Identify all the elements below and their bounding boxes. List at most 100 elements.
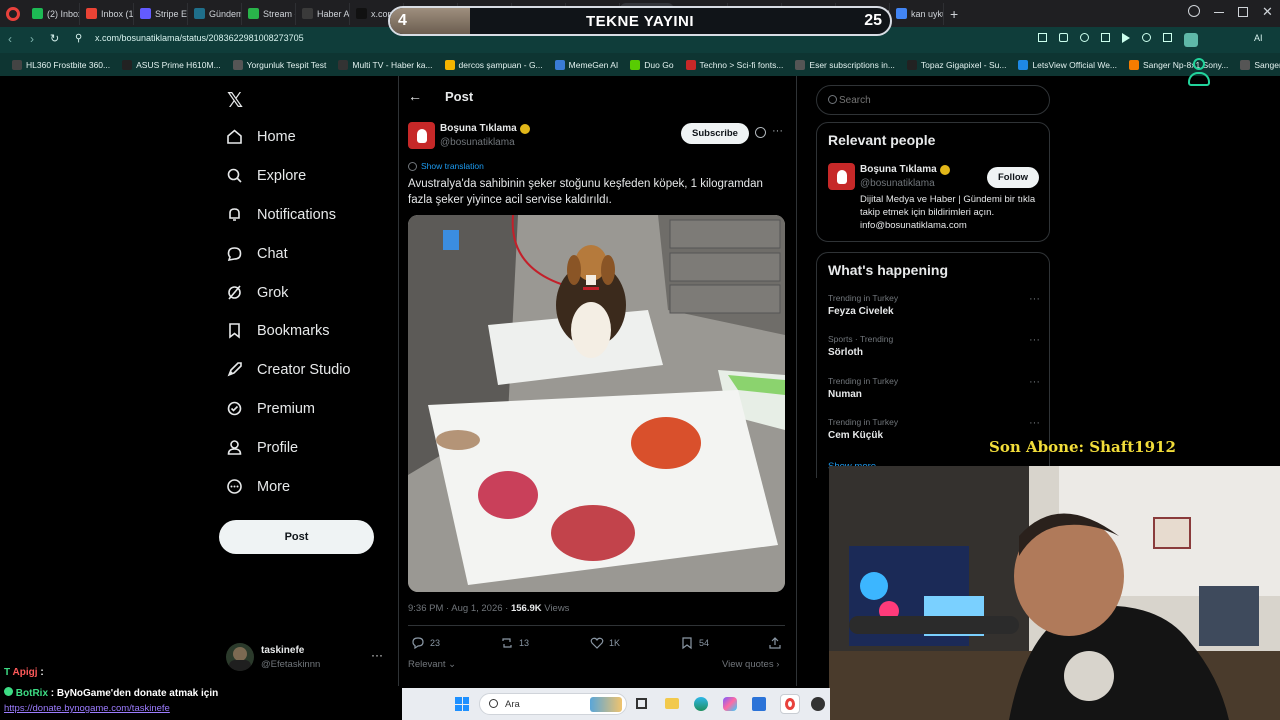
divider xyxy=(408,625,785,626)
post-image[interactable] xyxy=(408,215,785,592)
relevant-sort-dropdown[interactable]: Relevant ⌄ xyxy=(408,659,456,670)
sidebar-item-notifications[interactable]: Notifications xyxy=(226,206,336,223)
author-avatar[interactable] xyxy=(408,122,435,149)
chat-line-2: BotRix : ByNoGame'den donate atmak için xyxy=(4,687,218,699)
profile-icon[interactable] xyxy=(1184,33,1198,47)
minimize-button[interactable] xyxy=(1214,12,1224,13)
chat-link[interactable]: https://donate.bynogame.com/taskinefe xyxy=(4,703,170,714)
sidebar-item-explore[interactable]: Explore xyxy=(226,167,306,184)
bookmark-item[interactable]: Topaz Gigapixel - Su... xyxy=(901,59,1013,70)
browser-tab[interactable]: kan uykun xyxy=(890,2,944,25)
browser-tab[interactable]: (2) Inbox xyxy=(26,2,80,25)
more-dots-icon[interactable]: ··· xyxy=(1029,376,1040,388)
reply-button[interactable]: 23 xyxy=(411,636,440,650)
more-dots-icon[interactable]: ··· xyxy=(1029,417,1040,429)
browser-tab[interactable]: Haber Al xyxy=(296,2,350,25)
bookmark-item[interactable]: Eser subscriptions in... xyxy=(789,59,901,70)
bookmark-item[interactable]: Multi TV - Haber ka... xyxy=(332,59,438,70)
x-logo-icon[interactable]: 𝕏 xyxy=(227,88,243,113)
sidebar-item-bookmarks[interactable]: Bookmarks xyxy=(226,322,330,339)
bookmark-item[interactable]: Sanger NP-8X1 xyxy=(1234,59,1280,70)
close-window-button[interactable]: ✕ xyxy=(1262,4,1273,20)
copilot-icon[interactable] xyxy=(723,697,737,711)
bookmark-item[interactable]: ASUS Prime H610M... xyxy=(116,59,227,70)
browser-logo-icon xyxy=(6,6,20,21)
ai-button[interactable]: AI xyxy=(1254,33,1263,43)
tab-favicon-icon xyxy=(356,8,367,19)
windows-start-icon[interactable] xyxy=(455,697,469,711)
person-name[interactable]: Boşuna Tıklama xyxy=(860,164,950,175)
task-view-icon[interactable] xyxy=(636,698,647,709)
chat-username: Apigj xyxy=(12,667,38,678)
bookmark-item[interactable]: dercos şampuan - G... xyxy=(439,59,549,70)
author-name[interactable]: Boşuna Tıklama xyxy=(440,123,530,134)
bookmark-button[interactable]: 54 xyxy=(680,636,709,650)
compose-post-button[interactable]: Post xyxy=(219,520,374,554)
new-tab-button[interactable]: + xyxy=(950,6,958,22)
url-field[interactable]: x.com/bosunatiklama/status/2083622981008… xyxy=(95,33,304,43)
steam-icon[interactable] xyxy=(811,697,825,711)
bookmark-item[interactable]: Sanger Np-8x1 Sony... xyxy=(1123,59,1234,70)
sidebar-item-profile[interactable]: Profile xyxy=(226,439,298,456)
extension-icon[interactable] xyxy=(1163,33,1172,42)
opera-icon[interactable] xyxy=(780,694,800,714)
back-icon[interactable]: ‹ xyxy=(8,32,12,46)
edge-icon[interactable] xyxy=(694,697,708,711)
bookmark-item[interactable]: Yorgunluk Tespit Test xyxy=(227,59,333,70)
person-handle[interactable]: @bosunatiklama xyxy=(860,178,935,189)
forward-icon[interactable]: › xyxy=(30,32,34,46)
bookmark-item[interactable]: Techno > Sci-fi fonts... xyxy=(680,59,790,70)
sidebar-item-grok[interactable]: Grok xyxy=(226,284,288,301)
browser-tab[interactable]: Stream - xyxy=(242,2,296,25)
bookmark-item[interactable]: HL360 Frostbite 360... xyxy=(6,59,116,70)
heart-icon[interactable] xyxy=(1142,33,1151,42)
more-dots-icon[interactable]: ··· xyxy=(1029,293,1040,305)
camera-icon[interactable] xyxy=(1059,33,1068,42)
download-icon[interactable] xyxy=(1101,33,1110,42)
maximize-button[interactable] xyxy=(1238,7,1248,17)
file-explorer-icon[interactable] xyxy=(665,698,679,709)
more-dots-icon[interactable]: ··· xyxy=(1029,334,1040,346)
repost-button[interactable]: 13 xyxy=(500,636,529,650)
edit-icon[interactable] xyxy=(1038,33,1047,42)
browser-tab[interactable]: Inbox (1,1 xyxy=(80,2,134,25)
view-quotes-link[interactable]: View quotes › xyxy=(722,659,779,670)
sidebar-item-more[interactable]: More xyxy=(226,478,290,495)
like-button[interactable]: 1K xyxy=(590,636,620,650)
bookmark-item[interactable]: LetsView Official We... xyxy=(1012,59,1123,70)
account-switcher[interactable]: taskinefe @Efetaskinnn ··· xyxy=(226,642,386,674)
sidebar-item-premium[interactable]: Premium xyxy=(226,400,315,417)
store-icon[interactable] xyxy=(752,697,766,711)
subscribe-button[interactable]: Subscribe xyxy=(681,123,749,144)
author-handle[interactable]: @bosunatiklama xyxy=(440,137,515,148)
reload-icon[interactable]: ↻ xyxy=(50,32,59,45)
more-dots-icon[interactable]: ··· xyxy=(772,125,783,137)
person-avatar[interactable] xyxy=(828,163,855,190)
sidebar-item-creator-studio[interactable]: Creator Studio xyxy=(226,361,351,378)
sidebar-item-home[interactable]: Home xyxy=(226,128,296,145)
share-button[interactable] xyxy=(768,636,782,650)
sidebar-item-chat[interactable]: Chat xyxy=(226,245,288,262)
back-arrow-icon[interactable]: ← xyxy=(408,88,422,104)
taskbar-search[interactable]: Ara xyxy=(479,693,627,715)
search-tabs-icon[interactable] xyxy=(1188,5,1200,17)
search-input[interactable] xyxy=(839,92,1039,108)
more-dots-icon[interactable]: ··· xyxy=(371,648,383,662)
trend-item[interactable]: Trending in Turkey Feyza Civelek ··· xyxy=(828,293,1040,317)
browser-tab[interactable]: Gündem xyxy=(188,2,242,25)
search-box[interactable] xyxy=(816,85,1050,115)
trend-item[interactable]: Trending in Turkey Numan ··· xyxy=(828,376,1040,400)
trend-item[interactable]: Sports · Trending Sörloth ··· xyxy=(828,334,1040,358)
shield-icon[interactable] xyxy=(1080,33,1089,42)
follow-button[interactable]: Follow xyxy=(987,167,1039,188)
show-translation-link[interactable]: Show translation xyxy=(408,161,484,171)
bookmark-item[interactable]: Duo Go xyxy=(624,59,679,70)
bookmark-label: Techno > Sci-fi fonts... xyxy=(699,59,784,70)
tab-favicon-icon xyxy=(32,8,43,19)
play-icon[interactable] xyxy=(1122,33,1130,43)
grok-icon[interactable] xyxy=(755,127,766,138)
bookmark-item[interactable]: MemeGen AI xyxy=(549,59,625,70)
site-info-icon[interactable]: ⚲ xyxy=(75,33,82,44)
browser-tab[interactable]: Stripe Exp xyxy=(134,2,188,25)
post-time[interactable]: 9:36 PM · Aug 1, 2026 · xyxy=(408,603,508,614)
